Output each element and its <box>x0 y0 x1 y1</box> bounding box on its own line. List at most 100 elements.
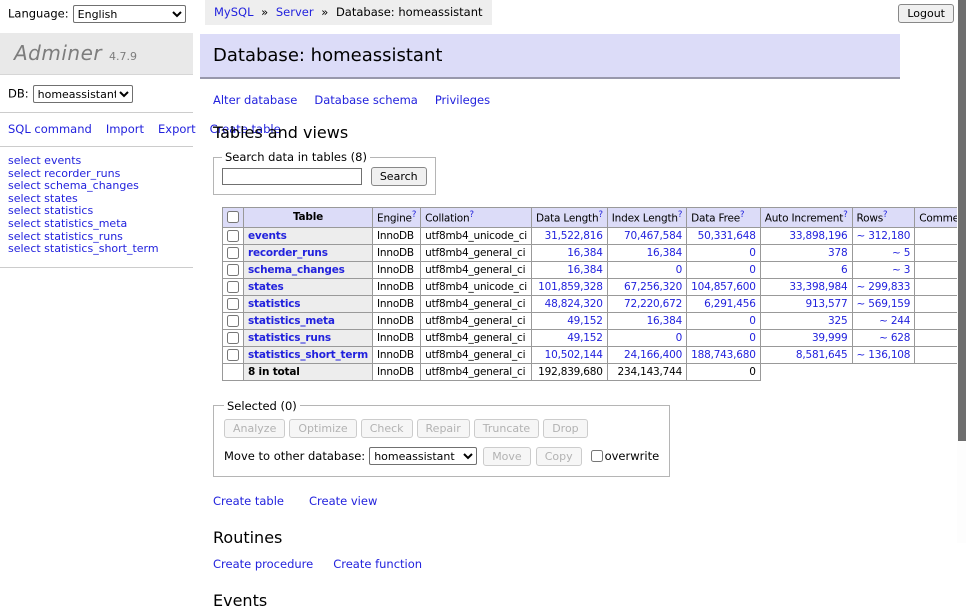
column-help-icon[interactable]: ? <box>598 210 602 220</box>
rows-link[interactable]: ~ 3 <box>892 264 910 276</box>
create-procedure-link[interactable]: Create procedure <box>213 557 313 571</box>
sidebar-action-link[interactable]: SQL command <box>8 122 92 136</box>
auto_increment-link[interactable]: 378 <box>828 247 847 259</box>
logout-button[interactable]: Logout <box>898 4 954 23</box>
sidebar-action-link[interactable]: Export <box>158 122 196 136</box>
scrollbar-thumb[interactable] <box>958 0 966 441</box>
auto_increment-link[interactable]: 33,898,196 <box>789 230 847 242</box>
data_free-link[interactable]: 6,291,456 <box>704 298 756 310</box>
table-name-link[interactable]: events <box>248 230 287 242</box>
index_length-link[interactable]: 24,166,400 <box>624 349 682 361</box>
breadcrumb-link-server[interactable]: Server <box>276 5 314 19</box>
truncate-button[interactable]: Truncate <box>474 419 539 438</box>
repair-button[interactable]: Repair <box>417 419 470 438</box>
data_length-link[interactable]: 49,152 <box>567 332 603 344</box>
data_length-link[interactable]: 10,502,144 <box>545 349 603 361</box>
row-checkbox[interactable] <box>227 298 239 310</box>
table-name-link[interactable]: recorder_runs <box>248 247 328 259</box>
move-db-select[interactable]: homeassistant <box>369 447 477 465</box>
rows-link[interactable]: ~ 628 <box>879 332 910 344</box>
data_length-link[interactable]: 31,522,816 <box>545 230 603 242</box>
drop-button[interactable]: Drop <box>543 419 587 438</box>
sidebar-action-link[interactable]: Import <box>106 122 144 136</box>
table-name-link[interactable]: statistics_short_term <box>248 349 368 361</box>
column-help-icon[interactable]: ? <box>740 210 744 220</box>
index_length-link[interactable]: 16,384 <box>647 315 683 327</box>
data_free-link[interactable]: 50,331,648 <box>698 230 756 242</box>
analyze-button[interactable]: Analyze <box>224 419 285 438</box>
move-button[interactable]: Move <box>483 447 531 466</box>
index_length-link[interactable]: 70,467,584 <box>624 230 682 242</box>
data_free-link[interactable]: 0 <box>749 332 755 344</box>
overwrite-checkbox[interactable] <box>591 450 603 462</box>
overwrite-label[interactable]: overwrite <box>605 449 660 463</box>
table-name-link[interactable]: states <box>248 281 284 293</box>
data_length-link[interactable]: 16,384 <box>567 247 603 259</box>
create-table-link[interactable]: Create table <box>213 494 284 508</box>
adminer-logo[interactable]: Adminer <box>14 41 102 65</box>
vertical-scrollbar[interactable] <box>957 0 966 543</box>
auto_increment-link[interactable]: 913,577 <box>805 298 847 310</box>
column-help-icon[interactable]: ? <box>883 210 887 220</box>
row-checkbox[interactable] <box>227 230 239 242</box>
language-select[interactable]: English <box>73 5 186 23</box>
index_length-link[interactable]: 0 <box>676 264 682 276</box>
copy-button[interactable]: Copy <box>536 447 582 466</box>
index_length-link[interactable]: 16,384 <box>647 247 683 259</box>
data_free-link[interactable]: 0 <box>749 315 755 327</box>
data_free-link[interactable]: 0 <box>749 247 755 259</box>
data_length-link[interactable]: 101,859,328 <box>538 281 603 293</box>
data_free-link[interactable]: 0 <box>749 264 755 276</box>
data_length-link[interactable]: 48,824,320 <box>545 298 603 310</box>
rows-link[interactable]: ~ 569,159 <box>857 298 911 310</box>
table-name-link[interactable]: schema_changes <box>248 264 345 276</box>
index_length-link[interactable]: 67,256,320 <box>624 281 682 293</box>
adminer-version[interactable]: 4.7.9 <box>109 50 137 63</box>
data_free-link[interactable]: 188,743,680 <box>691 349 756 361</box>
index_length-link[interactable]: 72,220,672 <box>624 298 682 310</box>
row-checkbox[interactable] <box>227 264 239 276</box>
optimize-button[interactable]: Optimize <box>289 419 356 438</box>
database-link[interactable]: Alter database <box>213 93 297 107</box>
data_free-link[interactable]: 104,857,600 <box>691 281 756 293</box>
auto_increment-link[interactable]: 39,999 <box>812 332 848 344</box>
rows-link[interactable]: ~ 312,180 <box>857 230 911 242</box>
auto_increment-link[interactable]: 33,398,984 <box>789 281 847 293</box>
auto_increment-link[interactable]: 6 <box>841 264 847 276</box>
create-function-link[interactable]: Create function <box>333 557 422 571</box>
index_length-link[interactable]: 0 <box>676 332 682 344</box>
sidebar-select-link[interactable]: select events <box>8 155 185 168</box>
rows-link[interactable]: ~ 136,108 <box>857 349 911 361</box>
row-checkbox[interactable] <box>227 332 239 344</box>
database-link[interactable]: Privileges <box>435 93 490 107</box>
breadcrumb-link-mysql[interactable]: MySQL <box>214 5 254 19</box>
auto_increment-link[interactable]: 8,581,645 <box>796 349 848 361</box>
rows-link[interactable]: ~ 5 <box>892 247 910 259</box>
data_length-link[interactable]: 16,384 <box>567 264 603 276</box>
row-checkbox[interactable] <box>227 349 239 361</box>
search-input[interactable] <box>222 168 362 185</box>
check-button[interactable]: Check <box>361 419 413 438</box>
sidebar-select-link[interactable]: select schema_changes <box>8 180 185 193</box>
table-name-link[interactable]: statistics_meta <box>248 315 335 327</box>
rows-link[interactable]: ~ 244 <box>879 315 910 327</box>
row-checkbox[interactable] <box>227 247 239 259</box>
row-checkbox[interactable] <box>227 281 239 293</box>
db-select[interactable]: homeassistant <box>33 85 133 103</box>
column-help-icon[interactable]: ? <box>469 210 473 220</box>
sidebar-select-link[interactable]: select statistics_meta <box>8 218 185 231</box>
auto_increment-link[interactable]: 325 <box>828 315 847 327</box>
column-help-icon[interactable]: ? <box>412 210 416 220</box>
column-help-icon[interactable]: ? <box>678 210 682 220</box>
table-name-link[interactable]: statistics_runs <box>248 332 331 344</box>
table-name-link[interactable]: statistics <box>248 298 300 310</box>
column-help-icon[interactable]: ? <box>843 210 847 220</box>
select-all-checkbox[interactable] <box>227 211 239 223</box>
database-link[interactable]: Database schema <box>314 93 417 107</box>
row-checkbox[interactable] <box>227 315 239 327</box>
sidebar-select-link[interactable]: select statistics_short_term <box>8 243 185 256</box>
rows-link[interactable]: ~ 299,833 <box>857 281 911 293</box>
search-button[interactable]: Search <box>371 167 427 186</box>
create-view-link[interactable]: Create view <box>309 494 377 508</box>
data_length-link[interactable]: 49,152 <box>567 315 603 327</box>
